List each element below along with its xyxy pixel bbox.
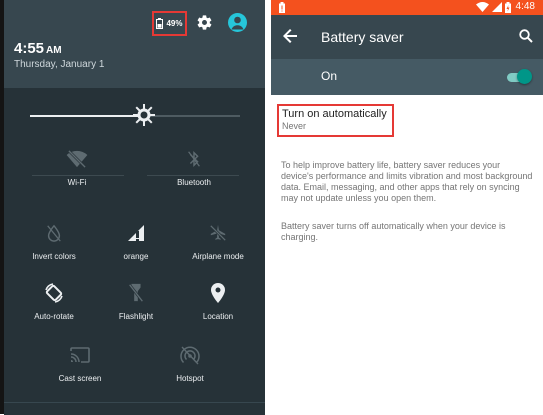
tile-wifi[interactable]: Wi-Fi (27, 148, 127, 187)
brightness-thumb-icon[interactable] (133, 104, 155, 126)
battery-status-highlight[interactable]: 49% (152, 11, 187, 36)
settings-gear-icon[interactable] (196, 14, 213, 31)
tile-bluetooth-label: Bluetooth (177, 178, 211, 187)
tile-cast-screen[interactable]: Cast screen (30, 344, 130, 383)
tile-divider (32, 175, 124, 176)
master-switch-bar[interactable]: On (271, 59, 543, 95)
brightness-fill (30, 115, 144, 117)
auto-rotate-icon (45, 283, 63, 303)
hotspot-off-icon (180, 346, 200, 365)
invert-colors-off-icon (47, 224, 61, 242)
switch-label: On (321, 69, 338, 83)
battery-alert-icon (279, 2, 285, 13)
airplane-off-icon (209, 224, 227, 242)
tile-wifi-label: Wi-Fi (67, 178, 87, 187)
turn-on-automatically-title: Turn on automatically (282, 108, 387, 120)
page-title: Battery saver (321, 29, 404, 45)
battery-saver-screen: 4:48 Battery saver On Turn on automatica… (271, 0, 543, 414)
turn-on-automatically-setting[interactable]: Turn on automatically Never (277, 104, 394, 137)
person-icon (231, 16, 244, 30)
quick-settings-body: 49% 4:55 AM Thursday, January 1 Wi-Fi Bl… (4, 0, 268, 415)
signal-status-icon (492, 2, 502, 12)
tile-cast-screen-label: Cast screen (58, 374, 102, 383)
status-bar: 4:48 (271, 0, 543, 15)
search-icon[interactable] (519, 29, 533, 43)
toolbar: Battery saver (271, 15, 543, 59)
user-avatar[interactable] (228, 13, 247, 32)
location-pin-icon (211, 283, 225, 303)
battery-percent: 49% (166, 19, 183, 28)
tile-hotspot-label: Hotspot (176, 374, 204, 383)
clock-time: 4:55 (14, 40, 45, 57)
tile-airplane-mode[interactable]: Airplane mode (168, 222, 268, 261)
battery-charging-icon (505, 2, 511, 13)
battery-saver-charging-note: Battery saver turns off automatically wh… (281, 221, 506, 242)
flashlight-off-icon (128, 283, 144, 303)
toggle-knob[interactable] (517, 69, 532, 84)
tile-airplane-mode-label: Airplane mode (192, 252, 244, 261)
bluetooth-off-icon (188, 150, 200, 168)
wifi-off-icon (66, 150, 88, 168)
quick-settings-header: 49% 4:55 AM Thursday, January 1 (4, 0, 265, 88)
status-time: 4:48 (515, 1, 535, 12)
clock: 4:55 AM (14, 40, 62, 57)
clock-ampm: AM (46, 45, 62, 56)
tile-bluetooth[interactable]: Bluetooth (144, 148, 244, 187)
battery-icon (156, 18, 164, 29)
tile-divider (147, 175, 239, 176)
back-arrow-icon[interactable] (283, 29, 297, 43)
turn-on-automatically-value: Never (282, 121, 307, 131)
tile-location-label: Location (202, 312, 234, 321)
quick-settings-panel: 49% 4:55 AM Thursday, January 1 Wi-Fi Bl… (0, 0, 268, 415)
wifi-status-icon (476, 2, 489, 12)
date-label: Thursday, January 1 (14, 59, 105, 70)
cellular-signal-icon (128, 225, 144, 241)
tile-hotspot[interactable]: Hotspot (140, 344, 240, 383)
cast-icon (70, 347, 90, 363)
tile-location[interactable]: Location (168, 282, 268, 321)
battery-saver-description: To help improve battery life, battery sa… (281, 160, 533, 203)
panel-bottom-edge (4, 402, 265, 415)
